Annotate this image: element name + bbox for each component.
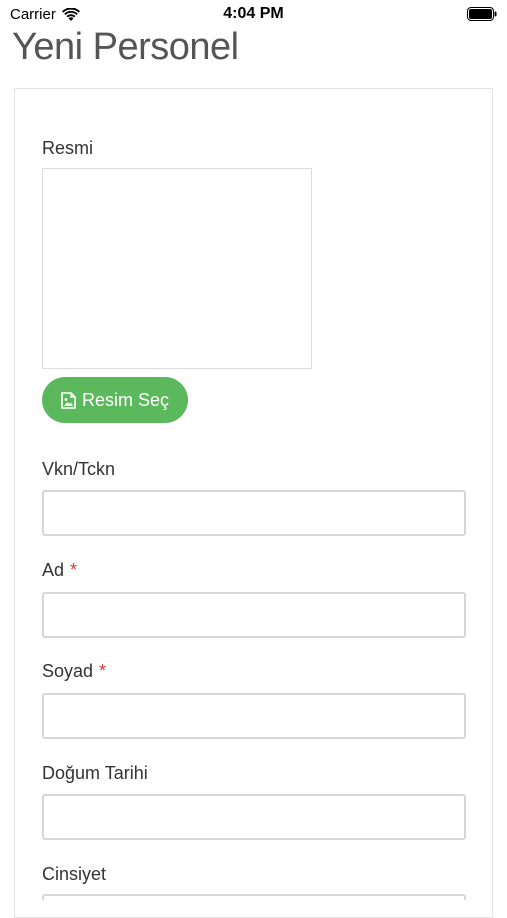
name-input[interactable] <box>42 592 466 638</box>
photo-preview <box>42 168 312 369</box>
gender-select[interactable] <box>42 894 466 900</box>
select-image-button[interactable]: Resim Seç <box>42 377 188 423</box>
surname-required-star: * <box>99 661 107 681</box>
surname-label-text: Soyad <box>42 661 94 681</box>
name-label: Ad * <box>42 560 77 581</box>
battery-icon <box>467 7 497 21</box>
birthdate-input[interactable] <box>42 794 466 840</box>
photo-label: Resmi <box>42 138 94 158</box>
vkn-label: Vkn/Tckn <box>42 459 116 479</box>
vkn-input[interactable] <box>42 490 466 536</box>
birthdate-label: Doğum Tarihi <box>42 763 148 783</box>
surname-input[interactable] <box>42 693 466 739</box>
surname-label: Soyad * <box>42 661 106 682</box>
name-label-text: Ad <box>42 560 65 580</box>
select-image-label: Resim Seç <box>81 389 170 410</box>
page-title: Yeni Personel <box>12 26 239 68</box>
status-time: 4:04 PM <box>223 5 284 22</box>
image-icon <box>61 391 76 409</box>
gender-label: Cinsiyet <box>42 864 107 884</box>
name-required-star: * <box>70 560 78 580</box>
